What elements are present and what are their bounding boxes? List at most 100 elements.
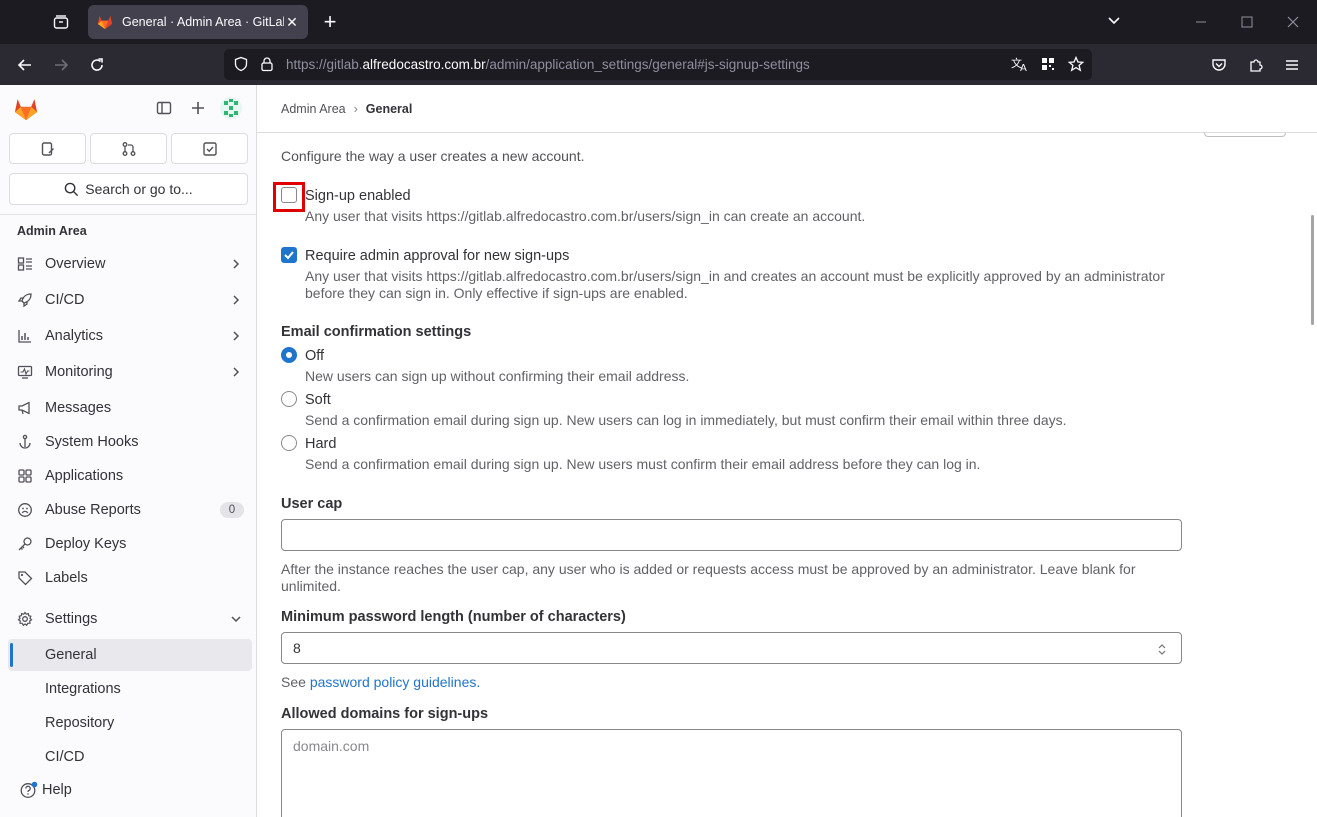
sidebar-item-deploy-keys[interactable]: Deploy Keys <box>8 528 252 560</box>
url-text[interactable]: https://gitlab.alfredocastro.com.br/admi… <box>286 57 810 72</box>
sidebar-item-applications[interactable]: Applications <box>8 460 252 492</box>
sidebar-item-cicd[interactable]: CI/CD <box>8 284 252 316</box>
back-icon[interactable] <box>14 54 36 76</box>
chevron-down-icon <box>228 611 244 627</box>
email-confirmation-soft-radio[interactable] <box>281 391 297 407</box>
search-button[interactable]: Search or go to... <box>9 173 248 205</box>
sidebar-item-overview[interactable]: Overview <box>8 248 252 280</box>
email-confirmation-heading: Email confirmation settings <box>281 324 472 340</box>
todo-check-icon <box>202 141 217 156</box>
issues-button[interactable] <box>9 133 86 164</box>
help-button[interactable]: Help <box>20 781 72 799</box>
email-confirmation-soft-label[interactable]: Soft <box>305 392 331 408</box>
sidebar-item-system-hooks[interactable]: System Hooks <box>8 426 252 458</box>
applications-icon <box>16 467 34 485</box>
chevron-right-icon <box>228 256 244 272</box>
sidebar-item-label: Analytics <box>45 328 104 344</box>
reload-icon[interactable] <box>86 54 108 76</box>
bookmark-star-icon[interactable] <box>1065 53 1087 75</box>
chevron-down-icon[interactable] <box>1106 12 1130 32</box>
help-prefix: See <box>281 674 310 690</box>
translate-icon[interactable]: 文A <box>1009 53 1031 75</box>
key-icon <box>16 535 34 553</box>
email-confirmation-hard-label[interactable]: Hard <box>305 436 336 452</box>
new-tab-icon[interactable]: + <box>318 10 342 34</box>
sidebar-item-label: Abuse Reports <box>45 502 141 518</box>
sidebar-item-label: Applications <box>45 468 124 484</box>
minimize-icon[interactable] <box>1191 12 1211 32</box>
scrollbar[interactable] <box>1311 215 1314 325</box>
megaphone-icon <box>16 399 34 417</box>
extensions-icon[interactable] <box>1245 54 1267 76</box>
gitlab-logo-icon[interactable] <box>12 95 40 123</box>
close-tab-icon[interactable]: ✕ <box>284 14 300 30</box>
number-spinner-icon[interactable] <box>1155 641 1169 657</box>
email-confirmation-off-label[interactable]: Off <box>305 348 324 364</box>
chevron-right-icon <box>228 364 244 380</box>
sidebar-item-analytics[interactable]: Analytics <box>8 320 252 352</box>
abuse-count-badge: 0 <box>220 502 244 518</box>
sidebar-item-label: CI/CD <box>45 292 85 308</box>
menu-icon[interactable] <box>1281 54 1303 76</box>
avatar[interactable] <box>220 97 242 119</box>
min-password-help: See password policy guidelines. <box>281 674 1141 691</box>
merge-requests-button[interactable] <box>90 133 167 164</box>
sidebar-item-messages[interactable]: Messages <box>8 392 252 424</box>
breadcrumb-current[interactable]: General <box>366 102 413 116</box>
address-bar[interactable]: https://gitlab.alfredocastro.com.br/admi… <box>224 49 1092 80</box>
close-window-icon[interactable] <box>1283 12 1303 32</box>
todos-button[interactable] <box>171 133 248 164</box>
breadcrumb-separator-icon: › <box>353 101 358 116</box>
sidebar-item-label: Labels <box>45 570 88 586</box>
user-cap-help: After the instance reaches the user cap,… <box>281 561 1136 594</box>
email-confirmation-soft-help: Send a confirmation email during sign up… <box>305 412 1067 428</box>
tab-overview-icon[interactable] <box>46 10 76 34</box>
chart-icon <box>16 327 34 345</box>
sidebar-subitem-repository[interactable]: Repository <box>8 707 252 739</box>
sidebar-toggle-icon[interactable] <box>153 97 175 119</box>
signup-enabled-label[interactable]: Sign-up enabled <box>305 188 411 204</box>
search-label: Search or go to... <box>85 181 193 197</box>
sidebar-item-label: Settings <box>45 611 98 627</box>
check-icon <box>284 251 294 260</box>
email-confirmation-hard-radio[interactable] <box>281 435 297 451</box>
signup-enabled-checkbox[interactable] <box>281 187 297 203</box>
min-password-input[interactable]: 8 <box>281 632 1182 664</box>
help-suffix: . <box>476 674 481 690</box>
sidebar-item-label: Deploy Keys <box>45 536 127 552</box>
sidebar-subitem-integrations[interactable]: Integrations <box>8 673 252 705</box>
breadcrumb-admin-area[interactable]: Admin Area <box>281 102 346 116</box>
forward-icon[interactable] <box>50 54 72 76</box>
email-confirmation-off-radio[interactable] <box>281 347 297 363</box>
chevron-right-icon <box>228 292 244 308</box>
abuse-icon <box>16 501 34 519</box>
sidebar-heading: Admin Area <box>17 224 87 238</box>
admin-approval-label[interactable]: Require admin approval for new sign-ups <box>305 248 569 264</box>
gitlab-favicon-icon <box>97 15 113 30</box>
hook-icon <box>16 433 34 451</box>
sidebar-item-abuse-reports[interactable]: Abuse Reports 0 <box>8 494 252 526</box>
admin-approval-checkbox[interactable] <box>281 247 297 263</box>
qr-code-icon[interactable] <box>1037 53 1059 75</box>
sidebar-item-monitoring[interactable]: Monitoring <box>8 356 252 388</box>
svg-text:A: A <box>1020 63 1027 72</box>
allowed-domains-textarea[interactable]: domain.com <box>281 729 1182 817</box>
user-cap-input[interactable] <box>281 519 1182 551</box>
sidebar-divider <box>0 214 256 215</box>
browser-tab-active[interactable]: General · Admin Area · GitLab ✕ <box>88 5 308 39</box>
sidebar-item-labels[interactable]: Labels <box>8 562 252 594</box>
sidebar-item-label: Monitoring <box>45 364 113 380</box>
shield-icon[interactable] <box>230 53 252 75</box>
password-policy-link[interactable]: password policy guidelines <box>310 674 477 690</box>
admin-approval-help: Any user that visits https://gitlab.alfr… <box>305 268 1165 301</box>
lock-icon[interactable] <box>256 53 278 75</box>
min-password-label: Minimum password length (number of chara… <box>281 609 626 625</box>
sidebar-subitem-general[interactable]: General <box>8 639 252 671</box>
sidebar-item-settings[interactable]: Settings <box>8 603 252 635</box>
sidebar-subitem-cicd[interactable]: CI/CD <box>8 741 252 773</box>
pocket-icon[interactable] <box>1208 54 1230 76</box>
maximize-icon[interactable] <box>1237 12 1257 32</box>
create-new-icon[interactable] <box>187 97 209 119</box>
chevron-right-icon <box>228 328 244 344</box>
browser-navbar: https://gitlab.alfredocastro.com.br/admi… <box>0 44 1317 85</box>
